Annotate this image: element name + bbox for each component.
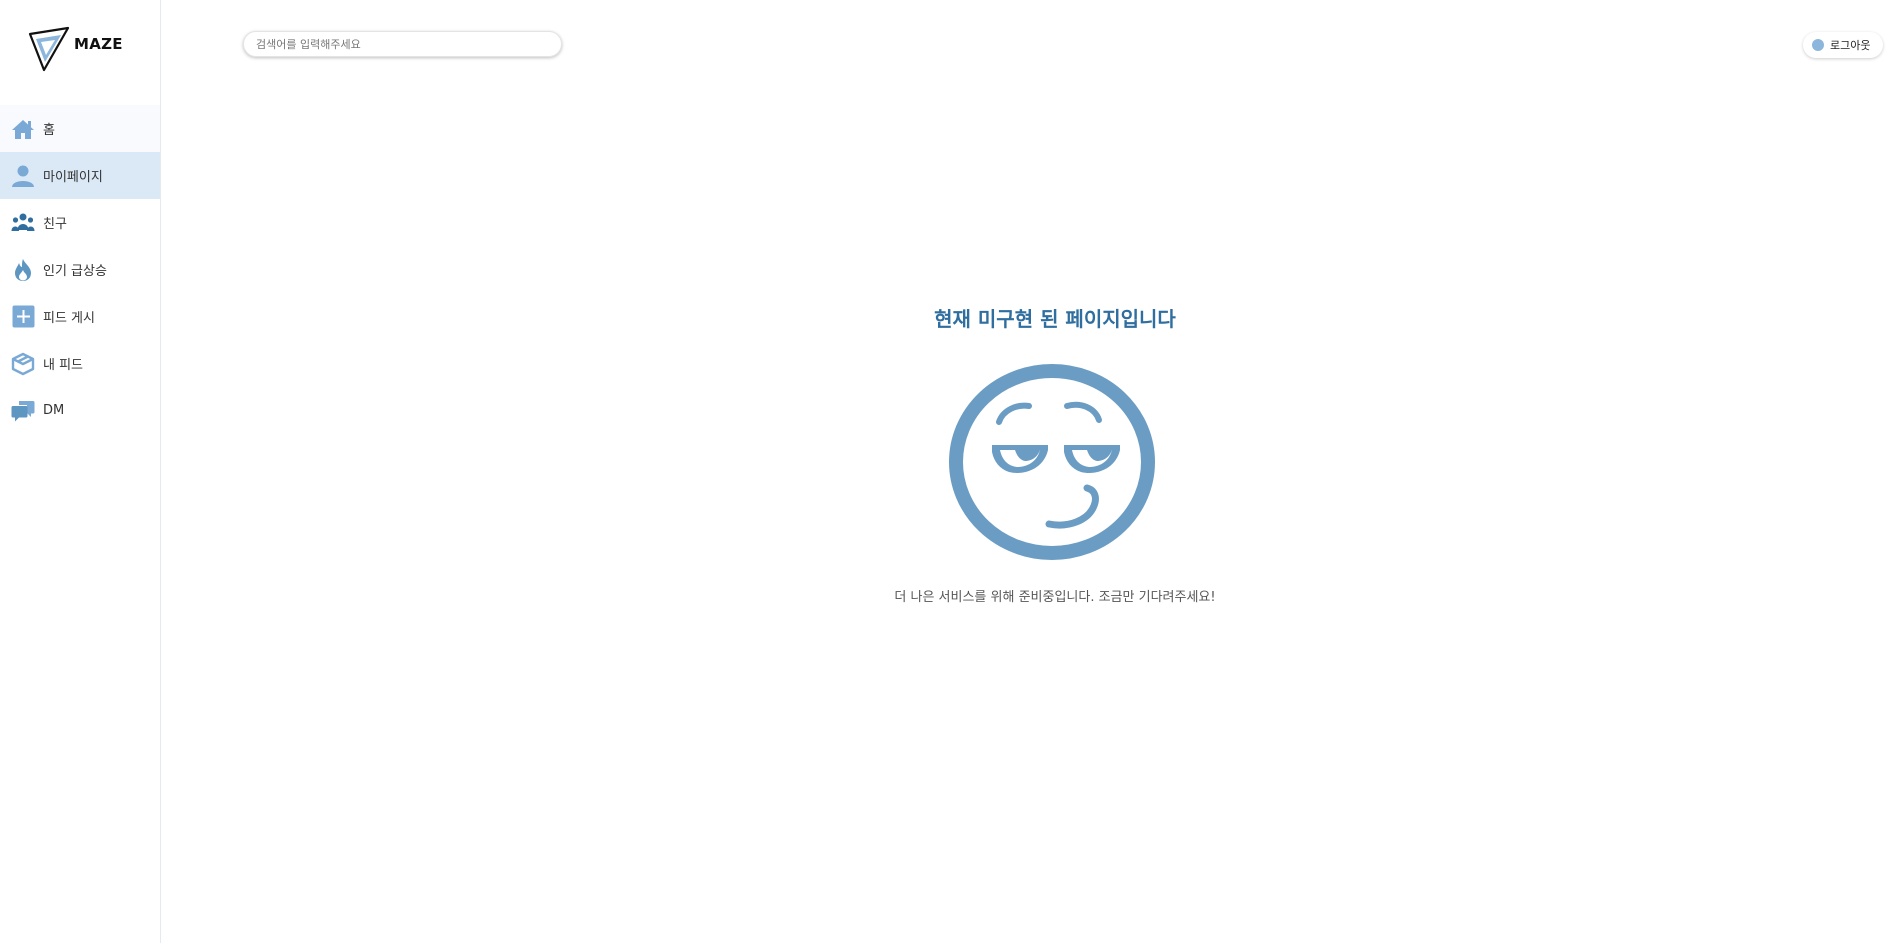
sidebar-item-label: 피드 게시 (43, 311, 95, 326)
maze-logo-icon (28, 26, 70, 72)
sidebar-item-trending[interactable]: 인기 급상승 (0, 246, 160, 293)
sidebar-item-label: 인기 급상승 (43, 264, 107, 279)
sidebar: MAZE 홈 마이페이지 친구 인기 급상승 피드 게시 내 피드 DM (0, 0, 161, 943)
smirk-face-icon (947, 362, 1157, 566)
page-title: 현재 미구현 된 페이지입니다 (934, 307, 1176, 331)
page-description: 더 나은 서비스를 위해 준비중입니다. 조금만 기다려주세요! (894, 590, 1216, 605)
chat-icon (11, 399, 35, 423)
home-icon (11, 117, 35, 141)
sidebar-item-label: 홈 (43, 123, 55, 138)
search-bar (243, 31, 562, 57)
sidebar-item-my-feed[interactable]: 내 피드 (0, 340, 160, 387)
search-input[interactable] (244, 32, 561, 56)
friends-icon (11, 211, 35, 235)
app-root: MAZE 홈 마이페이지 친구 인기 급상승 피드 게시 내 피드 DM 검색어… (0, 0, 1904, 943)
sidebar-item-friends[interactable]: 친구 (0, 199, 160, 246)
sidebar-nav: 홈 마이페이지 친구 인기 급상승 피드 게시 내 피드 DM (0, 105, 160, 434)
box-icon (11, 352, 35, 376)
logo[interactable]: MAZE (28, 26, 123, 72)
sidebar-item-label: 마이페이지 (43, 170, 103, 185)
sidebar-item-mypage[interactable]: 마이페이지 (0, 152, 160, 199)
logout-button[interactable]: 로그아웃 (1803, 32, 1883, 58)
sidebar-item-label: DM (43, 403, 65, 418)
sidebar-item-label: 내 피드 (43, 358, 84, 373)
plus-square-icon (11, 305, 35, 329)
sidebar-item-post-feed[interactable]: 피드 게시 (0, 293, 160, 340)
profile-dot-icon (1812, 39, 1824, 51)
sidebar-item-dm[interactable]: DM (0, 387, 160, 434)
user-icon (11, 164, 35, 188)
logo-text: MAZE (74, 35, 123, 53)
sidebar-item-label: 친구 (43, 217, 67, 232)
logout-label: 로그아웃 (1830, 39, 1871, 52)
fire-icon (11, 258, 35, 282)
sidebar-item-home[interactable]: 홈 (0, 105, 160, 152)
